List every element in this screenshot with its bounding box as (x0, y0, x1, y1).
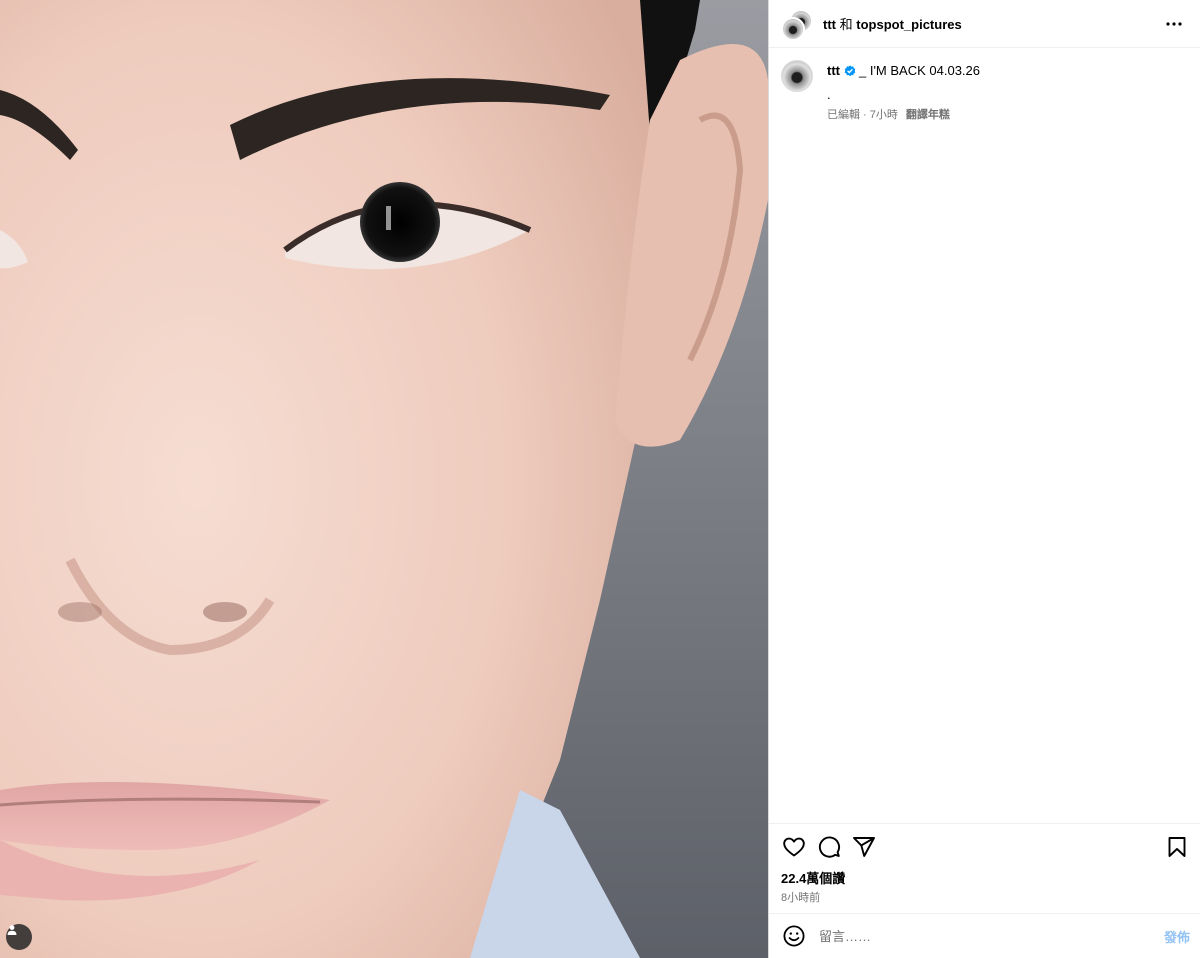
post-modal: ttt 和 topspot_pictures ttt _ I'M BACK 04.… (0, 0, 1200, 958)
verified-badge-icon (844, 65, 856, 77)
post-comment-button[interactable]: 發佈 (1164, 927, 1190, 946)
emoji-icon (783, 925, 805, 947)
avatar[interactable] (781, 60, 813, 92)
collaborator-username[interactable]: topspot_pictures (856, 17, 961, 32)
bookmark-icon (1168, 837, 1186, 857)
post-header: ttt 和 topspot_pictures (769, 0, 1200, 48)
caption-body: ttt _ I'M BACK 04.03.26 . 已編輯 · 7小時 翻譯年糕 (827, 60, 980, 124)
caption-username[interactable]: ttt (827, 63, 840, 78)
joiner-text: 和 (839, 17, 853, 32)
share-button[interactable] (851, 834, 877, 860)
like-count[interactable]: 22.4萬個讚 (781, 868, 1186, 887)
caption-extra-line: . (827, 87, 831, 102)
more-options-icon (1166, 21, 1182, 26)
user-tag-button[interactable] (6, 924, 32, 950)
caption-row: ttt _ I'M BACK 04.03.26 . 已編輯 · 7小時 翻譯年糕 (781, 60, 1186, 124)
comment-bar: 發佈 (769, 913, 1200, 958)
save-button[interactable] (1164, 834, 1190, 860)
comment-icon (818, 836, 841, 858)
caption-section: ttt _ I'M BACK 04.03.26 . 已編輯 · 7小時 翻譯年糕 (769, 48, 1200, 823)
heart-icon (783, 837, 805, 857)
share-icon (853, 837, 875, 857)
header-usernames: ttt 和 topspot_pictures (823, 14, 1162, 33)
action-section: 22.4萬個讚 8小時前 (769, 823, 1200, 913)
edited-time: 已編輯 · 7小時 (827, 109, 898, 121)
emoji-button[interactable] (781, 923, 807, 949)
owner-username[interactable]: ttt (823, 17, 836, 32)
post-side-panel: ttt 和 topspot_pictures ttt _ I'M BACK 04.… (768, 0, 1200, 958)
portrait-illustration (0, 0, 768, 958)
comment-button[interactable] (816, 834, 842, 860)
post-photo[interactable] (0, 0, 768, 958)
collab-avatars[interactable] (781, 8, 813, 41)
caption-text: _ I'M BACK 04.03.26 (859, 63, 980, 78)
post-date[interactable]: 8小時前 (781, 889, 1186, 905)
action-icons (781, 834, 1186, 860)
like-button[interactable] (781, 834, 807, 860)
translate-link[interactable]: 翻譯年糕 (906, 109, 950, 121)
user-tag-icon (7, 925, 17, 935)
comment-input[interactable] (817, 927, 1164, 945)
caption-meta: 已編輯 · 7小時 翻譯年糕 (827, 106, 980, 124)
more-options-button[interactable] (1162, 12, 1186, 36)
avatar[interactable] (781, 16, 805, 41)
